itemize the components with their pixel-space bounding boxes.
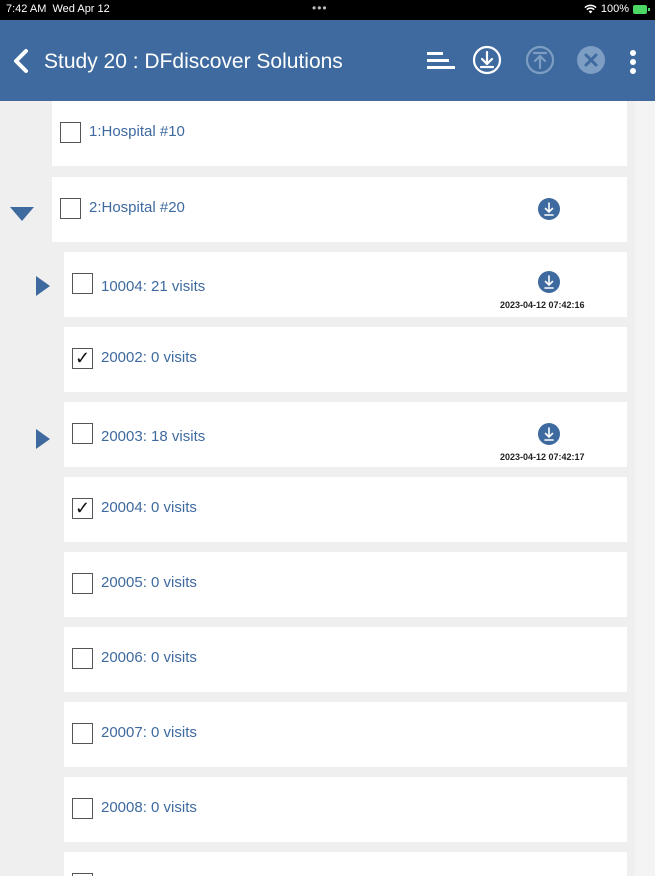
list-item-subject[interactable]: 20003: 18 visits 2023-04-12 07:42:17 <box>64 402 627 467</box>
collapse-triangle-icon[interactable] <box>10 207 34 221</box>
list-item-subject[interactable]: ✓ 20004: 0 visits <box>64 477 627 542</box>
row-checkbox[interactable] <box>72 273 93 294</box>
list-item-subject[interactable]: 20006: 0 visits <box>64 627 627 692</box>
row-label: 1:Hospital #10 <box>89 123 185 140</box>
upload-icon[interactable] <box>525 45 555 75</box>
row-checkbox[interactable] <box>72 423 93 444</box>
row-label: 2:Hospital #20 <box>89 199 185 216</box>
download-status-icon[interactable] <box>538 271 560 293</box>
row-label: 20006: 0 visits <box>101 649 197 666</box>
row-checkbox[interactable] <box>60 122 81 143</box>
status-time: 7:42 AM Wed Apr 12 <box>6 3 110 15</box>
cancel-icon[interactable] <box>576 45 606 75</box>
more-options-icon[interactable] <box>624 47 642 77</box>
row-label: 20003: 18 visits <box>101 428 206 445</box>
back-chevron-icon[interactable] <box>10 48 32 74</box>
list-item-site[interactable]: 1:Hospital #10 <box>52 101 627 166</box>
list-item-subject[interactable]: 20005: 0 visits <box>64 552 627 617</box>
wifi-icon <box>584 4 597 14</box>
row-label: 20005: 0 visits <box>101 574 197 591</box>
list-item-subject[interactable]: 20007: 0 visits <box>64 702 627 767</box>
download-timestamp: 2023-04-12 07:42:16 <box>500 300 585 310</box>
row-checkbox-checked[interactable]: ✓ <box>72 498 93 519</box>
list-item-site[interactable]: 2:Hospital #20 <box>52 177 627 242</box>
expand-triangle-icon[interactable] <box>36 429 50 449</box>
row-label: 20002: 0 visits <box>101 349 197 366</box>
list-item-subject[interactable]: 10004: 21 visits 2023-04-12 07:42:16 <box>64 252 627 317</box>
expand-triangle-icon[interactable] <box>36 276 50 296</box>
row-checkbox[interactable] <box>72 573 93 594</box>
download-status-icon[interactable] <box>538 423 560 445</box>
row-checkbox[interactable] <box>72 648 93 669</box>
row-checkbox[interactable] <box>72 798 93 819</box>
battery-icon <box>633 4 650 14</box>
page-title: Study 20 : DFdiscover Solutions <box>44 50 343 73</box>
download-icon[interactable] <box>472 45 502 75</box>
row-label: 10004: 21 visits <box>101 278 206 295</box>
status-bar: 7:42 AM Wed Apr 12 ••• 100% <box>0 0 655 20</box>
scroll-track[interactable] <box>635 101 655 876</box>
list-item-subject[interactable]: 20008: 0 visits <box>64 777 627 842</box>
status-right: 100% <box>584 3 650 15</box>
download-status-icon[interactable] <box>538 198 560 220</box>
row-label: 20007: 0 visits <box>101 724 197 741</box>
row-checkbox-checked[interactable]: ✓ <box>72 348 93 369</box>
multitasking-dots[interactable]: ••• <box>312 1 328 15</box>
list-item-subject[interactable]: ✓ 20002: 0 visits <box>64 327 627 392</box>
list-item-subject[interactable] <box>64 852 627 876</box>
row-checkbox[interactable] <box>72 723 93 744</box>
sort-icon[interactable] <box>425 50 457 72</box>
row-label: 20004: 0 visits <box>101 499 197 516</box>
download-timestamp: 2023-04-12 07:42:17 <box>500 452 585 462</box>
row-checkbox[interactable] <box>60 198 81 219</box>
navigation-bar: Study 20 : DFdiscover Solutions <box>0 20 655 101</box>
battery-percent: 100% <box>600 3 629 15</box>
row-label: 20008: 0 visits <box>101 799 197 816</box>
